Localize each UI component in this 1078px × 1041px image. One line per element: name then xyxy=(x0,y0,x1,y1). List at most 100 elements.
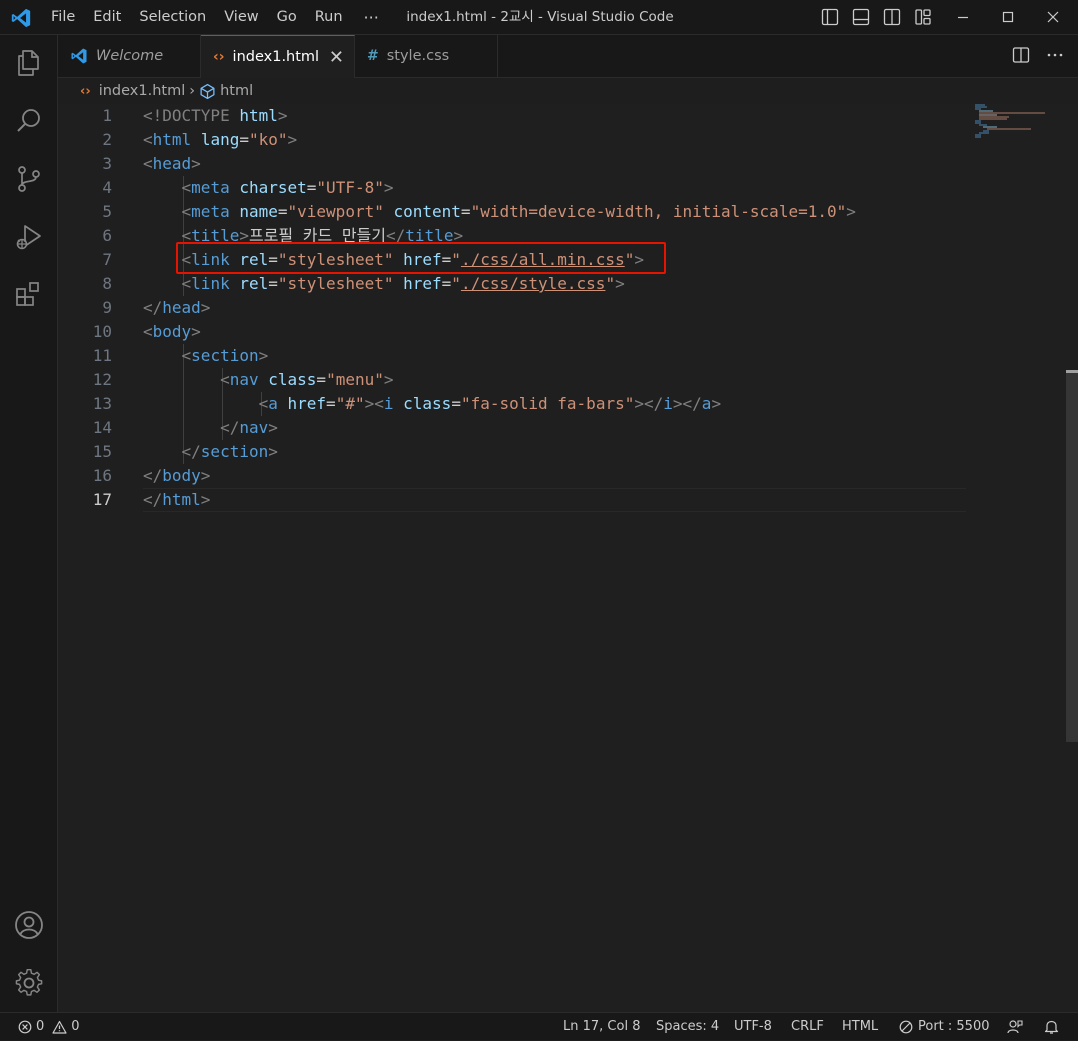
error-icon xyxy=(18,1020,32,1034)
more-actions-icon[interactable] xyxy=(1046,46,1064,64)
minimap[interactable] xyxy=(973,104,1053,144)
code-bracket: > xyxy=(383,178,394,197)
code-line: 16 </body> xyxy=(58,464,968,488)
run-and-debug-icon[interactable] xyxy=(13,221,45,253)
code-token: = xyxy=(441,274,452,293)
code-bracket: < xyxy=(181,202,192,221)
code-string: "ko" xyxy=(248,130,288,149)
code-line: 2 <html lang="ko"> xyxy=(58,128,968,152)
code-bracket: </ xyxy=(143,490,163,509)
code-text: </html> xyxy=(143,488,210,512)
minimize-window-icon[interactable] xyxy=(955,9,971,25)
tab-welcome[interactable]: Welcome xyxy=(58,35,201,77)
manage-gear-icon[interactable] xyxy=(13,967,45,999)
code-bracket: > xyxy=(191,322,201,341)
cursor-position[interactable]: Ln 17, Col 8 xyxy=(563,1013,640,1041)
code-bracket: > xyxy=(200,466,211,485)
line-number: 10 xyxy=(92,322,112,341)
code-string: "width=device-width, initial-scale=1.0" xyxy=(470,202,847,221)
code-bracket: ></ xyxy=(672,394,702,413)
code-bracket: </ xyxy=(143,298,163,317)
code-line: 15 </section> xyxy=(58,440,968,464)
code-string: "stylesheet" xyxy=(277,274,394,293)
code-bracket: > xyxy=(615,274,625,293)
code-line: 3 <head> xyxy=(58,152,968,176)
code-text: <link rel="stylesheet" href="./css/style… xyxy=(143,272,625,296)
feedback-icon[interactable] xyxy=(1007,1019,1023,1035)
code-text: <section> xyxy=(143,344,269,368)
error-count: 0 xyxy=(36,1019,45,1034)
customize-layout-icon[interactable] xyxy=(914,8,932,26)
explorer-icon[interactable] xyxy=(13,47,45,79)
code-attribute: class xyxy=(268,370,317,389)
code-string: "viewport" xyxy=(287,202,384,221)
code-bracket: > xyxy=(268,418,278,437)
tab-index1-html[interactable]: ‹› index1.html ✕ xyxy=(201,35,355,78)
toggle-panel-icon[interactable] xyxy=(852,8,870,26)
search-icon[interactable] xyxy=(13,105,45,137)
code-attribute: name xyxy=(239,202,278,221)
code-text: <a href="#"><i class="fa-solid fa-bars">… xyxy=(143,392,721,416)
code-string: " xyxy=(605,274,616,293)
highlight-annotation-box xyxy=(176,242,666,274)
code-bracket: < xyxy=(181,274,192,293)
line-number: 17 xyxy=(92,490,112,509)
close-icon[interactable]: ✕ xyxy=(329,47,344,68)
code-tag: nav xyxy=(229,370,259,389)
tab-style-css[interactable]: # style.css xyxy=(355,35,498,77)
code-editor[interactable]: 1 <!DOCTYPE html> 2 <html lang="ko"> 3 <head>… xyxy=(58,104,1078,1012)
code-bracket: < xyxy=(143,130,153,149)
encoding-setting[interactable]: UTF-8 xyxy=(734,1013,772,1041)
code-tag: head xyxy=(162,298,201,317)
source-control-icon[interactable] xyxy=(13,163,45,195)
scrollbar-cursor-marker xyxy=(1066,370,1078,373)
maximize-window-icon[interactable] xyxy=(1000,9,1016,25)
line-number: 2 xyxy=(102,130,112,149)
code-tag: section xyxy=(200,442,269,461)
code-string: "menu" xyxy=(326,370,384,389)
vertical-scrollbar[interactable] xyxy=(1066,370,1078,742)
breadcrumb-symbol[interactable]: html xyxy=(220,83,253,99)
live-server-status[interactable]: Port : 5500 xyxy=(899,1013,990,1041)
toggle-primary-sidebar-icon[interactable] xyxy=(821,8,839,26)
eol-setting[interactable]: CRLF xyxy=(791,1013,824,1041)
language-mode[interactable]: HTML xyxy=(842,1013,878,1041)
code-line: 12 <nav class="menu"> xyxy=(58,368,968,392)
extensions-icon[interactable] xyxy=(13,279,45,311)
code-bracket: </ xyxy=(143,466,163,485)
code-tag: meta xyxy=(191,202,230,221)
code-line: 17 </html> xyxy=(58,488,968,512)
line-number: 7 xyxy=(102,250,112,269)
editor-actions xyxy=(1012,46,1064,64)
code-tag: section xyxy=(191,346,259,365)
toggle-secondary-sidebar-icon[interactable] xyxy=(883,8,901,26)
code-text: <head> xyxy=(143,152,201,176)
accounts-icon[interactable] xyxy=(13,909,45,941)
code-attribute: class xyxy=(403,394,452,413)
split-editor-icon[interactable] xyxy=(1012,46,1030,64)
problems-indicator[interactable]: 0 0 xyxy=(18,1013,80,1041)
code-bracket: > xyxy=(383,370,394,389)
code-token: = xyxy=(316,370,327,389)
tab-label: style.css xyxy=(386,48,450,64)
indentation-setting[interactable]: Spaces: 4 xyxy=(656,1013,719,1041)
line-number: 1 xyxy=(102,106,112,125)
code-text: </nav> xyxy=(143,416,278,440)
line-number: 5 xyxy=(102,202,112,221)
css-file-icon: # xyxy=(367,48,379,64)
breadcrumb: ‹› index1.html › html xyxy=(80,80,253,102)
code-bracket: >< xyxy=(364,394,384,413)
notifications-bell-icon[interactable] xyxy=(1044,1019,1059,1035)
code-tag: html xyxy=(152,130,192,149)
code-bracket: > xyxy=(287,130,298,149)
code-bracket: > xyxy=(191,154,201,173)
line-number: 4 xyxy=(102,178,112,197)
close-window-icon[interactable] xyxy=(1045,9,1061,25)
breadcrumb-file[interactable]: index1.html xyxy=(99,83,186,99)
